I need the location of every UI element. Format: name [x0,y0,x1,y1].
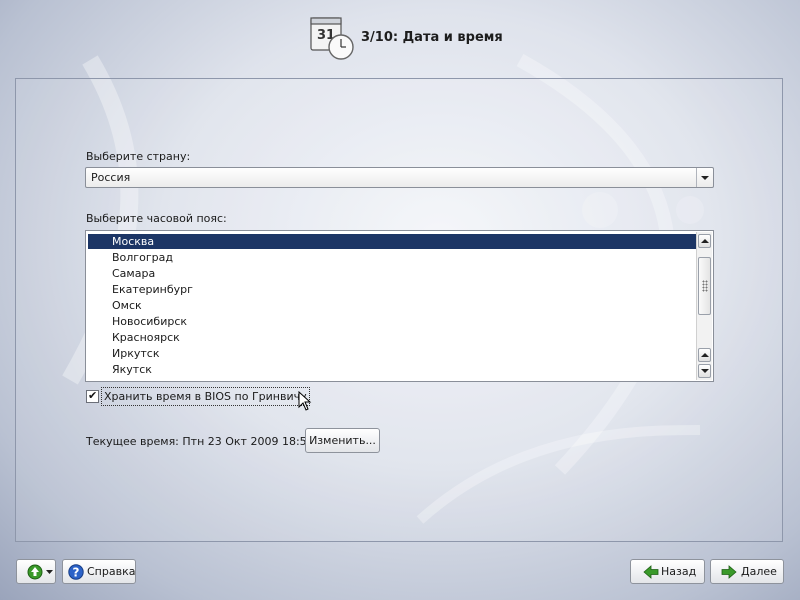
mouse-cursor-icon [298,391,312,411]
help-icon: ? [68,564,84,580]
back-button-label: Назад [661,565,697,578]
chevron-down-icon[interactable] [696,168,713,187]
scrollbar[interactable] [696,232,712,380]
next-button[interactable]: Далее [710,559,784,584]
grip-icon [702,280,708,292]
scroll-down-button[interactable] [698,364,711,378]
svg-text:?: ? [73,566,80,580]
help-button-label: Справка [87,565,136,578]
list-item[interactable]: Москва [88,234,696,249]
scroll-up-button[interactable] [698,234,711,248]
arrow-right-icon [721,565,737,579]
country-label: Выберите страну: [86,150,191,163]
list-item[interactable]: Екатеринбург [88,282,696,297]
current-time-label: Текущее время: Птн 23 Окт 2009 18:58:34 [86,435,331,448]
back-button[interactable]: Назад [630,559,705,584]
scrollbar-thumb[interactable] [698,257,711,315]
timezone-list[interactable]: Москва Волгоград Самара Екатеринбург Омс… [85,230,714,382]
list-item[interactable]: Волгоград [88,250,696,265]
calendar-clock-icon: 31 [310,17,354,60]
list-item[interactable]: Якутск [88,362,696,377]
country-select[interactable]: Россия [85,167,714,188]
bios-utc-checkbox[interactable] [86,389,99,403]
up-arrow-icon [27,564,43,580]
arrow-left-icon [643,565,659,579]
list-item[interactable]: Красноярск [88,330,696,345]
country-select-value: Россия [91,171,131,184]
scroll-up-button-secondary[interactable] [698,348,711,362]
chevron-down-icon [46,570,53,574]
header: 31 3/10: Дата и время [0,0,800,70]
menu-button[interactable] [16,559,56,584]
list-item[interactable]: Омск [88,298,696,313]
list-item[interactable]: Самара [88,266,696,281]
timezone-label: Выберите часовой пояс: [86,212,227,225]
list-item[interactable]: Новосибирск [88,314,696,329]
bios-utc-label[interactable]: Хранить время в BIOS по Гринвичу [101,387,310,406]
next-button-label: Далее [741,565,777,578]
change-time-button[interactable]: Изменить... [305,428,380,453]
list-item[interactable]: Иркутск [88,346,696,361]
current-time-caption: Текущее время: [86,435,179,448]
help-button[interactable]: ? Справка [62,559,136,584]
page-title: 3/10: Дата и время [361,30,503,45]
